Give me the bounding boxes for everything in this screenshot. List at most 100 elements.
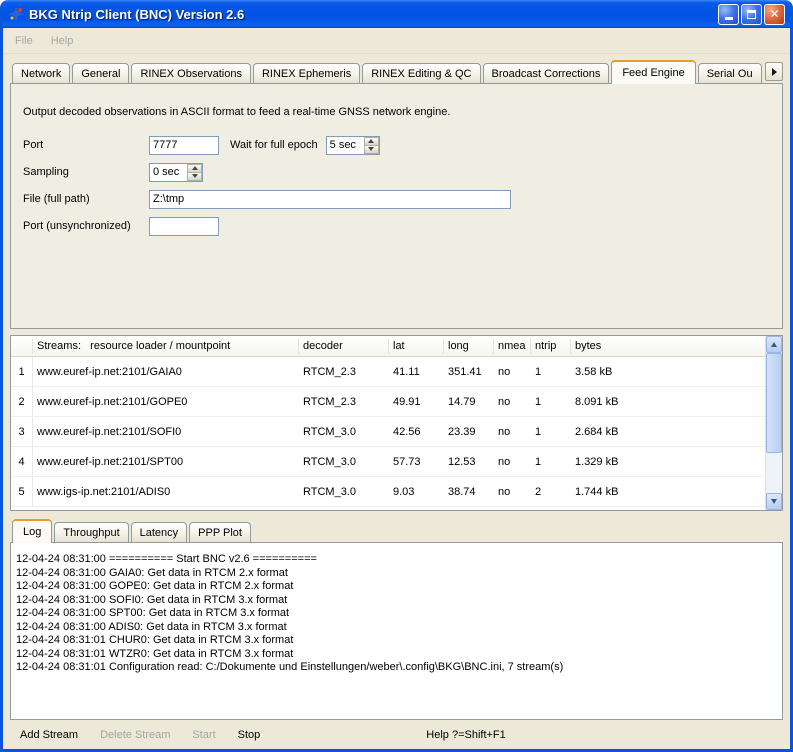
- wait-for-full-epoch-value: 5 sec: [327, 137, 364, 154]
- sampling-row: Sampling 0 sec: [23, 162, 772, 182]
- arrow-right-icon: [772, 68, 777, 76]
- file-path-input[interactable]: [149, 190, 511, 209]
- lat-cell: 9.03: [389, 486, 444, 498]
- log-line: 12-04-24 08:31:00 GOPE0: Get data in RTC…: [16, 580, 777, 594]
- bytes-header[interactable]: bytes: [571, 339, 765, 354]
- tab-feed-engine[interactable]: Feed Engine: [611, 60, 695, 84]
- window-title: BKG Ntrip Client (BNC) Version 2.6: [29, 7, 718, 22]
- stream-row-2[interactable]: 2 www.euref-ip.net:2101/GOPE0 RTCM_2.3 4…: [11, 387, 765, 417]
- tab-log[interactable]: Log: [12, 519, 52, 543]
- ntrip-cell: 1: [531, 426, 571, 438]
- stop-button[interactable]: Stop: [232, 725, 267, 745]
- menubar: File Help: [3, 28, 790, 54]
- lat-cell: 42.56: [389, 426, 444, 438]
- long-cell: 12.53: [444, 456, 494, 468]
- minimize-icon: [725, 17, 733, 20]
- decoder-header[interactable]: decoder: [299, 339, 389, 354]
- tab-throughput[interactable]: Throughput: [54, 522, 128, 542]
- tab-ppp-plot[interactable]: PPP Plot: [189, 522, 251, 542]
- row-number-cell: 4: [11, 447, 33, 476]
- spin-buttons: [364, 137, 379, 154]
- stream-row-1[interactable]: 1 www.euref-ip.net:2101/GAIA0 RTCM_2.3 4…: [11, 357, 765, 387]
- delete-stream-button[interactable]: Delete Stream: [94, 725, 176, 745]
- port-row: Port Wait for full epoch 5 sec: [23, 135, 772, 155]
- file-path-label: File (full path): [23, 193, 149, 205]
- scroll-up-button[interactable]: [766, 336, 782, 353]
- sampling-spinbox[interactable]: 0 sec: [149, 163, 203, 182]
- spin-up-button[interactable]: [187, 164, 202, 172]
- spin-buttons: [187, 164, 202, 181]
- mountpoint-header[interactable]: Streams: resource loader / mountpoint: [33, 339, 299, 354]
- window-controls: ✕: [718, 4, 785, 25]
- ntrip-cell: 1: [531, 366, 571, 378]
- log-line: 12-04-24 08:31:00 SOFI0: Get data in RTC…: [16, 594, 777, 608]
- corner-header-cell[interactable]: [11, 339, 33, 354]
- streams-panel: Streams: resource loader / mountpoint de…: [10, 335, 783, 511]
- tab-rinex-ephemeris[interactable]: RINEX Ephemeris: [253, 63, 360, 83]
- stream-row-4[interactable]: 4 www.euref-ip.net:2101/SPT00 RTCM_3.0 5…: [11, 447, 765, 477]
- streams-table-header: Streams: resource loader / mountpoint de…: [11, 336, 765, 357]
- mountpoint-cell: www.euref-ip.net:2101/SOFI0: [33, 426, 299, 438]
- port-input[interactable]: [149, 136, 219, 155]
- sampling-value: 0 sec: [150, 164, 187, 181]
- nmea-cell: no: [494, 486, 531, 498]
- log-line: 12-04-24 08:31:00 SPT00: Get data in RTC…: [16, 607, 777, 621]
- ntrip-header[interactable]: ntrip: [531, 339, 571, 354]
- decoder-cell: RTCM_2.3: [299, 396, 389, 408]
- spin-down-button[interactable]: [187, 172, 202, 181]
- row-number-cell: 1: [11, 357, 33, 386]
- port-unsynchronized-input[interactable]: [149, 217, 219, 236]
- stream-row-3[interactable]: 3 www.euref-ip.net:2101/SOFI0 RTCM_3.0 4…: [11, 417, 765, 447]
- spin-down-button[interactable]: [364, 145, 379, 154]
- row-number-cell: 5: [11, 477, 33, 506]
- menu-help[interactable]: Help: [42, 31, 83, 51]
- bytes-cell: 8.091 kB: [571, 396, 765, 408]
- bytes-cell: 2.684 kB: [571, 426, 765, 438]
- close-button[interactable]: ✕: [764, 4, 785, 25]
- feed-engine-description: Output decoded observations in ASCII for…: [23, 106, 772, 118]
- long-cell: 14.79: [444, 396, 494, 408]
- tab-broadcast-corrections[interactable]: Broadcast Corrections: [483, 63, 610, 83]
- spin-down-icon: [192, 174, 198, 178]
- log-line: 12-04-24 08:31:00 GAIA0: Get data in RTC…: [16, 567, 777, 581]
- maximize-button[interactable]: [741, 4, 762, 25]
- lat-header[interactable]: lat: [389, 339, 444, 354]
- streams-scrollbar[interactable]: [765, 336, 782, 510]
- close-icon: ✕: [769, 8, 779, 20]
- titlebar[interactable]: BKG Ntrip Client (BNC) Version 2.6 ✕: [3, 0, 790, 28]
- mountpoint-cell: www.igs-ip.net:2101/ADIS0: [33, 486, 299, 498]
- spin-up-button[interactable]: [364, 137, 379, 145]
- file-path-row: File (full path): [23, 189, 772, 209]
- app-icon: [8, 6, 24, 22]
- tab-rinex-observations[interactable]: RINEX Observations: [131, 63, 250, 83]
- mountpoint-cell: www.euref-ip.net:2101/GAIA0: [33, 366, 299, 378]
- stream-row-5[interactable]: 5 www.igs-ip.net:2101/ADIS0 RTCM_3.0 9.0…: [11, 477, 765, 507]
- tab-network[interactable]: Network: [12, 63, 70, 83]
- minimize-button[interactable]: [718, 4, 739, 25]
- nmea-cell: no: [494, 366, 531, 378]
- start-button[interactable]: Start: [186, 725, 221, 745]
- feed-engine-panel: Output decoded observations in ASCII for…: [10, 83, 783, 329]
- long-header[interactable]: long: [444, 339, 494, 354]
- log-panel[interactable]: 12-04-24 08:31:00 ========== Start BNC v…: [10, 542, 783, 720]
- wait-for-full-epoch-label: Wait for full epoch: [230, 139, 318, 151]
- tab-general[interactable]: General: [72, 63, 129, 83]
- long-cell: 351.41: [444, 366, 494, 378]
- tab-scroll-right-button[interactable]: [765, 62, 783, 81]
- add-stream-button[interactable]: Add Stream: [14, 725, 84, 745]
- tab-rinex-editing-qc[interactable]: RINEX Editing & QC: [362, 63, 480, 83]
- log-line: 12-04-24 08:31:01 CHUR0: Get data in RTC…: [16, 634, 777, 648]
- wait-for-full-epoch-spinbox[interactable]: 5 sec: [326, 136, 380, 155]
- tab-latency[interactable]: Latency: [131, 522, 188, 542]
- scrollbar-thumb[interactable]: [766, 353, 782, 453]
- scroll-down-button[interactable]: [766, 493, 782, 510]
- long-cell: 23.39: [444, 426, 494, 438]
- bottom-toolbar: Add Stream Delete Stream Start Stop Help…: [10, 720, 783, 749]
- maximize-icon: [747, 10, 756, 19]
- nmea-header[interactable]: nmea: [494, 339, 531, 354]
- tab-serial-output[interactable]: Serial Ou: [698, 63, 762, 83]
- menu-file[interactable]: File: [6, 31, 42, 51]
- scrollbar-track[interactable]: [766, 353, 782, 493]
- bottom-tabbar: Log Throughput Latency PPP Plot: [10, 517, 783, 542]
- help-shortcut-label[interactable]: Help ?=Shift+F1: [426, 729, 506, 741]
